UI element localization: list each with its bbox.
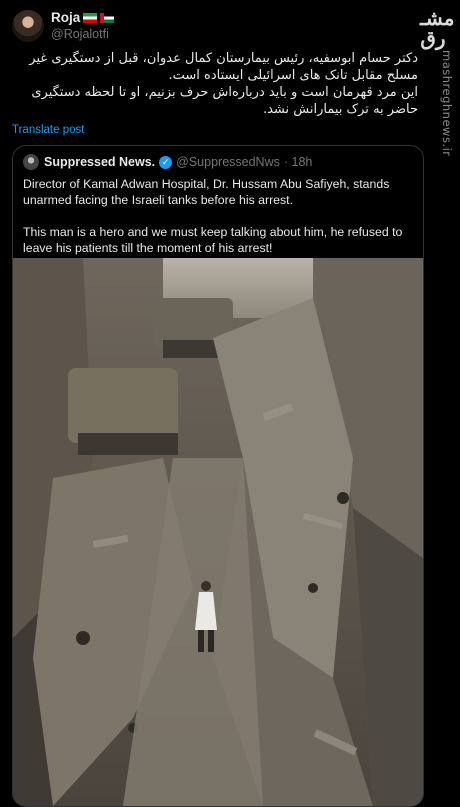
verified-badge-icon: ✓: [159, 155, 173, 169]
rubble-street-photo[interactable]: [13, 258, 423, 806]
quoted-tweet[interactable]: Suppressed News. ✓ @SuppressedNws · 18h …: [12, 145, 424, 807]
quoted-time[interactable]: · 18h: [284, 155, 313, 169]
avatar[interactable]: [12, 10, 44, 42]
tweet-header: Roja @Rojalotfi: [12, 8, 432, 44]
translate-link[interactable]: Translate post: [12, 124, 432, 136]
tweet[interactable]: Roja @Rojalotfi دکتر حسام ابوسفیه، رئیس …: [12, 8, 432, 136]
site-watermark: mashreghnews.ir: [440, 50, 454, 157]
iran-flag-icon: [83, 13, 98, 23]
display-name-row[interactable]: Roja: [51, 10, 115, 26]
quoted-header: Suppressed News. ✓ @SuppressedNws · 18h: [13, 146, 423, 174]
display-name[interactable]: Roja: [51, 10, 80, 26]
palestine-flag-icon: [100, 13, 115, 23]
quoted-handle[interactable]: @SuppressedNws: [176, 155, 280, 169]
quoted-avatar[interactable]: [23, 154, 39, 170]
handle[interactable]: @Rojalotfi: [51, 26, 114, 42]
quoted-display-name[interactable]: Suppressed News.: [44, 155, 155, 169]
quoted-text: Director of Kamal Adwan Hospital, Dr. Hu…: [23, 177, 403, 255]
tweet-text: دکتر حسام ابوسفیه، رئیس بیمارستان کمال ع…: [29, 51, 418, 117]
author-names: Roja @Rojalotfi: [51, 10, 115, 42]
